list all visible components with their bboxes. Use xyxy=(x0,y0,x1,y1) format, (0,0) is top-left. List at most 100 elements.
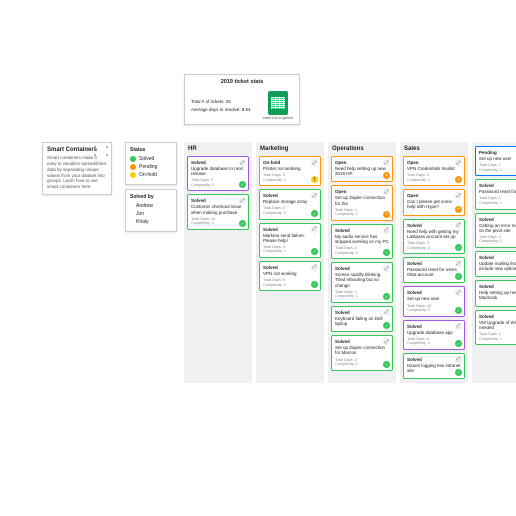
ticket-status: Solved xyxy=(407,261,461,266)
google-sheets-icon[interactable] xyxy=(268,91,288,115)
ticket-status: Solved xyxy=(479,314,516,319)
ticket-title: Set up new user xyxy=(407,296,461,301)
expand-icon[interactable]: ⤢ xyxy=(455,159,462,166)
ticket-status: Solved xyxy=(407,290,461,295)
ticket-card[interactable]: ⤢OpenCan I please get some help with Hyp… xyxy=(403,189,465,215)
ticket-card[interactable]: ⤢SolvedMy audio service has stopped work… xyxy=(331,224,393,259)
expand-icon[interactable]: ⤢ xyxy=(455,356,462,363)
ticket-card[interactable]: ⤢SolvedMarketo send failure. Please help… xyxy=(259,223,321,258)
ticket-card[interactable]: ⤢SolvedVPN not workingTotal Days: 5Compl… xyxy=(259,261,321,291)
ticket-card[interactable]: ⤢SolvedScreen rapidly blinking. Tried re… xyxy=(331,262,393,303)
ticket-status: Solved xyxy=(335,339,389,344)
expand-icon[interactable]: ⤢ xyxy=(455,260,462,267)
ticket-title: Set up Zapier connection for Zia xyxy=(335,195,389,205)
ticket-complexity: Complexity: 3 xyxy=(191,183,245,188)
ticket-status: Open xyxy=(335,160,389,165)
ticket-card[interactable]: ⤢SolvedHelp setting up new Macbook xyxy=(475,280,516,306)
ticket-complexity: Complexity: 2 xyxy=(335,362,389,367)
ticket-title: Customer checkout issue when making purc… xyxy=(191,204,245,214)
author-item[interactable]: Khaly xyxy=(130,219,172,225)
expand-icon[interactable]: ⤢ xyxy=(383,309,390,316)
board-column: Marketing ⤢On-holdPrinter not workingTota… xyxy=(256,142,324,383)
expand-icon[interactable]: ⤢ xyxy=(383,159,390,166)
ticket-card[interactable]: ⤢SolvedPassword reset for OktaTotal Days… xyxy=(475,179,516,209)
ticket-title: Keyboard failing on Dell laptop xyxy=(335,316,389,326)
ticket-card[interactable]: ⤢SolvedGetting an error message on the p… xyxy=(475,213,516,248)
status-badge xyxy=(383,172,390,179)
status-solved[interactable]: Solved xyxy=(130,156,172,162)
ticket-status: Solved xyxy=(407,357,461,362)
ticket-status: Solved xyxy=(479,217,516,222)
ticket-card[interactable]: ⤢SolvedIssues logging into intranet site xyxy=(403,353,465,379)
ticket-title: Upgrade database to next release xyxy=(191,166,245,176)
ticket-card[interactable]: ⤢SolvedUpdate mailing list to include ne… xyxy=(475,251,516,277)
ticket-status: Solved xyxy=(191,160,245,165)
ticket-card[interactable]: ⤢On-holdPrinter not workingTotal Days: 5… xyxy=(259,156,321,186)
ticket-complexity: Complexity: 1 xyxy=(407,178,461,183)
ticket-card[interactable]: ⤢SolvedSet up new userTotal Days: 10Comp… xyxy=(403,286,465,316)
ticket-title: Can I please get some help with Hype? xyxy=(407,199,461,209)
ticket-card[interactable]: ⤢OpenNeed help setting up new 2018 HP xyxy=(331,156,393,182)
ticket-status: Open xyxy=(335,189,389,194)
ticket-status: Solved xyxy=(335,266,389,271)
solvedby-card: Solved by Andrew Jon Khaly xyxy=(125,189,177,232)
ticket-card[interactable]: ⤢SolvedKeyboard failing on Dell laptop xyxy=(331,306,393,332)
status-badge xyxy=(383,322,390,329)
expand-icon[interactable]: ⤢ xyxy=(311,159,318,166)
status-onhold[interactable]: On-hold xyxy=(130,172,172,178)
board-column: ⤢PendingSet up new userTotal Days: 1Comp… xyxy=(472,142,516,383)
ticket-complexity: Complexity: 1 xyxy=(263,249,317,254)
ticket-title: Replace storage array xyxy=(263,199,317,204)
ticket-card[interactable]: ⤢OpenVPN Credentials InvalidTotal Days: … xyxy=(403,156,465,186)
ticket-card[interactable]: ⤢SolvedVM Upgrade of Win 7 OS neededTota… xyxy=(475,310,516,345)
expand-icon[interactable]: ⤢ xyxy=(383,227,390,234)
status-badge xyxy=(455,369,462,376)
ticket-title: Password reset for Okta xyxy=(479,189,516,194)
ticket-complexity: Complexity: 1 xyxy=(479,337,516,342)
ticket-card[interactable]: ⤢PendingSet up new userTotal Days: 1Comp… xyxy=(475,146,516,176)
sheets-label[interactable]: Insert link to gsheet xyxy=(263,116,293,120)
ticket-title: Printer not working xyxy=(263,166,317,171)
expand-icon[interactable]: ⤢ xyxy=(311,226,318,233)
ticket-card[interactable]: ⤢SolvedSet up Zapier connection for Marc… xyxy=(331,335,393,370)
column-title: Operations xyxy=(331,146,393,152)
ticket-complexity: Complexity: 2 xyxy=(407,308,461,313)
ticket-card[interactable]: ⤢SolvedUpgrade database appTotal Days: 6… xyxy=(403,320,465,350)
ticket-complexity: Complexity: 1 xyxy=(479,201,516,206)
expand-icon[interactable]: ⤢ xyxy=(455,222,462,229)
expand-icon[interactable]: ⤢ xyxy=(311,264,318,271)
ticket-card[interactable]: ⤢SolvedNeed help with getting my Lastpas… xyxy=(403,219,465,254)
ticket-status: Solved xyxy=(479,183,516,188)
status-badge xyxy=(383,361,390,368)
ticket-complexity: Complexity: 1 xyxy=(263,178,317,183)
ticket-status: Solved xyxy=(263,193,317,198)
ticket-title: Set up Zapier connection for Marcus xyxy=(335,345,389,355)
ticket-card[interactable]: ⤢SolvedCustomer checkout issue when maki… xyxy=(187,194,249,229)
board-column: Operations ⤢OpenNeed help setting up new … xyxy=(328,142,396,383)
ticket-status: Solved xyxy=(335,310,389,315)
column-title: Marketing xyxy=(259,146,321,152)
status-badge xyxy=(455,340,462,347)
status-badge xyxy=(383,211,390,218)
ticket-status: Pending xyxy=(479,150,516,155)
ticket-card[interactable]: ⤢SolvedReplace storage arrayTotal Days: … xyxy=(259,189,321,219)
ticket-card[interactable]: ⤢SolvedPassword reset for users Okta acc… xyxy=(403,257,465,283)
ticket-complexity: Complexity: 2 xyxy=(407,246,461,251)
ticket-complexity: Complexity: 1 xyxy=(479,239,516,244)
stats-total: Total # of tickets: 25 xyxy=(191,99,250,104)
status-pending[interactable]: Pending xyxy=(130,164,172,170)
network-icon xyxy=(94,146,108,156)
ticket-complexity: Complexity: 1 xyxy=(335,251,389,256)
expand-icon[interactable]: ⤢ xyxy=(455,323,462,330)
smart-containers-card: Smart Containers Smart containers make i… xyxy=(42,142,112,195)
ticket-title: My audio service has stopped working on … xyxy=(335,234,389,244)
ticket-status: Solved xyxy=(263,265,317,270)
status-badge xyxy=(455,244,462,251)
status-badge xyxy=(455,307,462,314)
stats-card: 2019 ticket stats Total # of tickets: 25… xyxy=(184,74,300,125)
ticket-card[interactable]: ⤢OpenSet up Zapier connection for ZiaTot… xyxy=(331,185,393,220)
author-item[interactable]: Jon xyxy=(130,211,172,217)
author-item[interactable]: Andrew xyxy=(130,203,172,209)
expand-icon[interactable]: ⤢ xyxy=(239,159,246,166)
ticket-card[interactable]: ⤢SolvedUpgrade database to next releaseT… xyxy=(187,156,249,191)
